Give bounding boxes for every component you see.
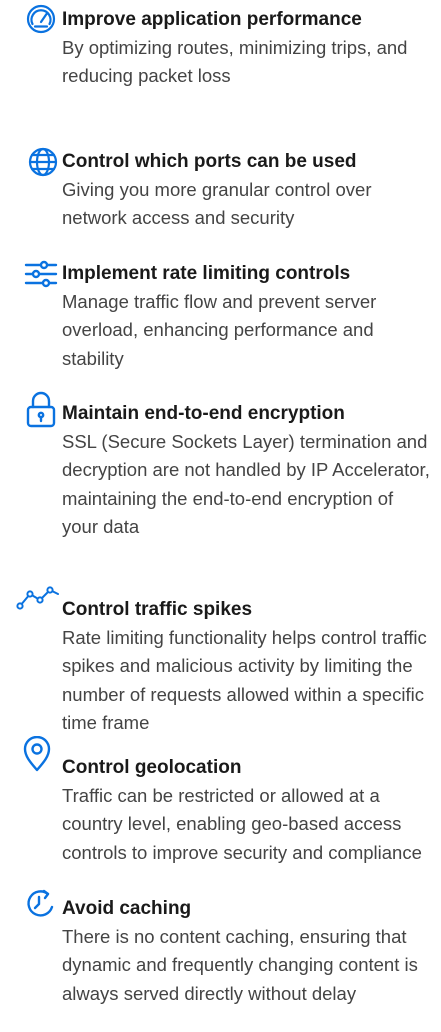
feature-title: Avoid caching [62,898,192,919]
feature-description: Giving you more granular control over ne… [62,179,372,229]
feature-title: Control which ports can be used [62,151,357,172]
feature-title: Control geolocation [62,757,242,778]
feature-title: Maintain end-to-end encryption [62,403,345,424]
feature-list: Improve application performance By optim… [0,0,441,1032]
feature-title: Implement rate limiting controls [62,263,351,284]
map-pin-icon [22,736,52,772]
sliders-icon [24,258,58,290]
feature-description: There is no content caching, ensuring th… [62,926,418,1004]
globe-icon [26,146,60,178]
feature-description: Rate limiting functionality helps contro… [62,627,427,733]
speedometer-icon [24,3,58,35]
feature-description: SSL (Secure Sockets Layer) termination a… [62,431,430,537]
feature-title: Improve application performance [62,9,362,30]
padlock-icon [24,390,58,428]
feature-description: By optimizing routes, minimizing trips, … [62,37,408,87]
feature-description: Manage traffic flow and prevent server o… [62,291,377,369]
clock-arrow-icon [24,887,58,919]
feature-description: Traffic can be restricted or allowed at … [62,785,422,863]
feature-title: Control traffic spikes [62,599,253,620]
line-graph-icon [16,584,62,612]
